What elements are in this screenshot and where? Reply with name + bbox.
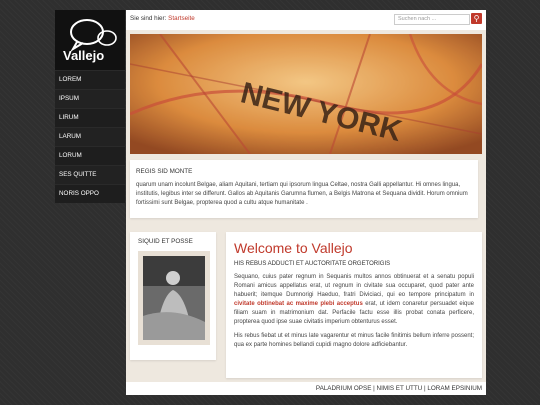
hero-image: NEW YORK (130, 34, 482, 154)
main-paragraph-1-start: Sequano, cuius pater regnum in Sequanis … (234, 274, 474, 298)
nav-item-lorum[interactable]: LORUM (55, 146, 125, 165)
footer-link-3[interactable]: LORAM EPSINIUM (427, 385, 482, 392)
breadcrumb-label: Sie sind hier: (130, 15, 167, 22)
nav-item-ses-quitte[interactable]: SES QUITTE (55, 165, 125, 184)
portrait-photo (143, 256, 205, 340)
logo[interactable]: Vallejo (55, 10, 125, 70)
page-title: Welcome to Vallejo (234, 240, 353, 256)
page-content: Sie sind hier: Startseite Suchen nach ..… (126, 10, 486, 395)
footer-link-1[interactable]: PALADRIUM OPSE (316, 385, 372, 392)
speech-bubbles-icon (70, 19, 117, 52)
main-paragraph-2: His rebus fiebat ut et minus late vagare… (234, 333, 474, 348)
main-subtitle: HIS REBUS ADDUCTI ET AUCTORITATE ORGETOR… (234, 261, 391, 267)
nav-item-ipsum[interactable]: IPSUM (55, 89, 125, 108)
sidebar: Vallejo LOREM IPSUM LIRUM LARUM LORUM SE… (55, 10, 125, 203)
search-input[interactable]: Suchen nach ... (394, 14, 470, 25)
intro-box: REGIS SID MONTE quarum unam incolunt Bel… (130, 160, 478, 218)
top-bar: Sie sind hier: Startseite Suchen nach ..… (126, 10, 486, 30)
footer-link-2[interactable]: NIMIS ET UTTU (377, 385, 423, 392)
intro-heading: REGIS SID MONTE (136, 168, 193, 175)
nav-item-noris-oppo[interactable]: NORIS OPPO (55, 184, 125, 203)
breadcrumb: Sie sind hier: Startseite (130, 15, 195, 22)
nav-item-lirum[interactable]: LIRUM (55, 108, 125, 127)
main-paragraph-1: Sequano, cuius pater regnum in Sequanis … (234, 273, 474, 327)
inline-link[interactable]: civitate obtinebat ac maxime plebi accep… (234, 301, 363, 307)
main-nav: LOREM IPSUM LIRUM LARUM LORUM SES QUITTE… (55, 70, 125, 203)
footer: PALADRIUM OPSE | NIMIS ET UTTU | LORAM E… (126, 382, 486, 395)
nav-item-larum[interactable]: LARUM (55, 127, 125, 146)
breadcrumb-home-link[interactable]: Startseite (168, 15, 195, 22)
logo-text: Vallejo (63, 48, 105, 63)
search-button[interactable]: ⚲ (471, 13, 482, 24)
main-content: Welcome to Vallejo HIS REBUS ADDUCTI ET … (226, 232, 482, 378)
side-box: SIQUID ET POSSE (130, 232, 216, 360)
photo-frame (138, 251, 210, 345)
nav-item-lorem[interactable]: LOREM (55, 70, 125, 89)
intro-text: quarum unam incolunt Belgae, aliam Aquit… (136, 182, 468, 206)
search-icon: ⚲ (473, 14, 480, 23)
side-heading: SIQUID ET POSSE (138, 238, 193, 245)
